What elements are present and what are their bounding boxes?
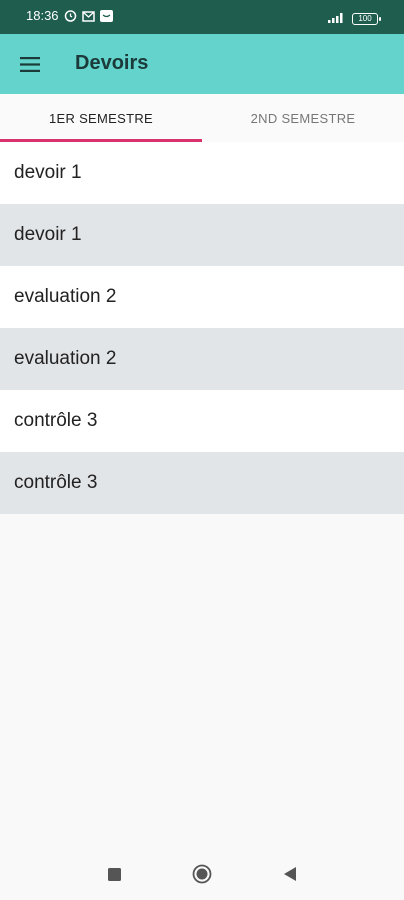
status-bar: 18:36 100 — [0, 0, 404, 34]
battery-icon: 100 — [352, 13, 381, 25]
back-button[interactable] — [278, 862, 302, 886]
tab-first-semester[interactable]: 1ER SEMESTRE — [0, 94, 202, 142]
home-button[interactable] — [190, 862, 214, 886]
mail-icon — [82, 9, 95, 27]
list-item[interactable]: evaluation 2 — [0, 328, 404, 390]
list-item[interactable]: contrôle 3 — [0, 390, 404, 452]
status-icons-right: 100 — [328, 10, 381, 28]
page-title: Devoirs — [75, 52, 149, 74]
signal-icon — [328, 10, 346, 28]
status-time: 18:36 — [26, 8, 59, 23]
menu-icon[interactable] — [16, 50, 44, 78]
message-icon — [100, 9, 113, 27]
alarm-icon — [64, 9, 77, 27]
assignment-list: devoir 1 devoir 1 evaluation 2 evaluatio… — [0, 142, 404, 514]
list-item[interactable]: contrôle 3 — [0, 452, 404, 514]
list-item[interactable]: evaluation 2 — [0, 266, 404, 328]
status-icons-left — [64, 9, 113, 27]
app-bar: Devoirs — [0, 34, 404, 94]
recents-button[interactable] — [102, 862, 126, 886]
list-item[interactable]: devoir 1 — [0, 142, 404, 204]
system-nav-bar — [0, 848, 404, 900]
tab-second-semester[interactable]: 2ND SEMESTRE — [202, 94, 404, 142]
semester-tabs: 1ER SEMESTRE 2ND SEMESTRE — [0, 94, 404, 142]
list-item[interactable]: devoir 1 — [0, 204, 404, 266]
